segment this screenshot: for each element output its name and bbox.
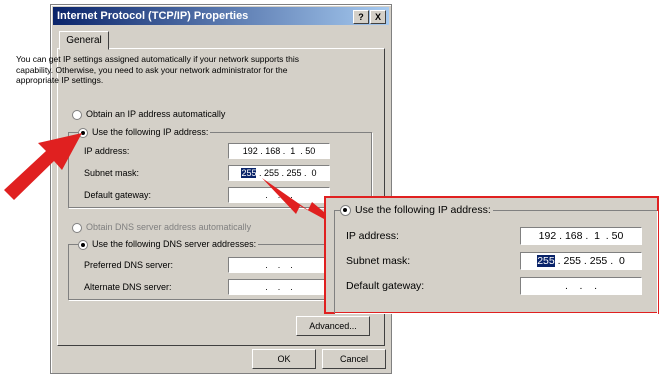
- callout-arrows: [4, 133, 348, 232]
- left-arrow-icon: [4, 133, 82, 200]
- zoom-subnet-mask-field[interactable]: 255 . 255 . 255 . 0: [520, 252, 642, 270]
- zoom-ip-address-field[interactable]: 192 . 168 . 1 . 50: [520, 227, 642, 245]
- zoom-default-gateway-label: Default gateway:: [346, 280, 425, 292]
- zoom-use-following-ip-option[interactable]: Use the following IP address:: [340, 203, 493, 217]
- zoom-selected-octet: 255: [537, 255, 555, 267]
- zoom-default-gateway-field[interactable]: . . .: [520, 277, 642, 295]
- zoom-ip-address-label: IP address:: [346, 230, 399, 242]
- zoomed-callout: Use the following IP address: IP address…: [324, 196, 659, 314]
- zoom-subnet-mask-label: Subnet mask:: [346, 255, 411, 267]
- radio-selected-icon[interactable]: [340, 204, 351, 216]
- tab-general[interactable]: General: [59, 31, 109, 50]
